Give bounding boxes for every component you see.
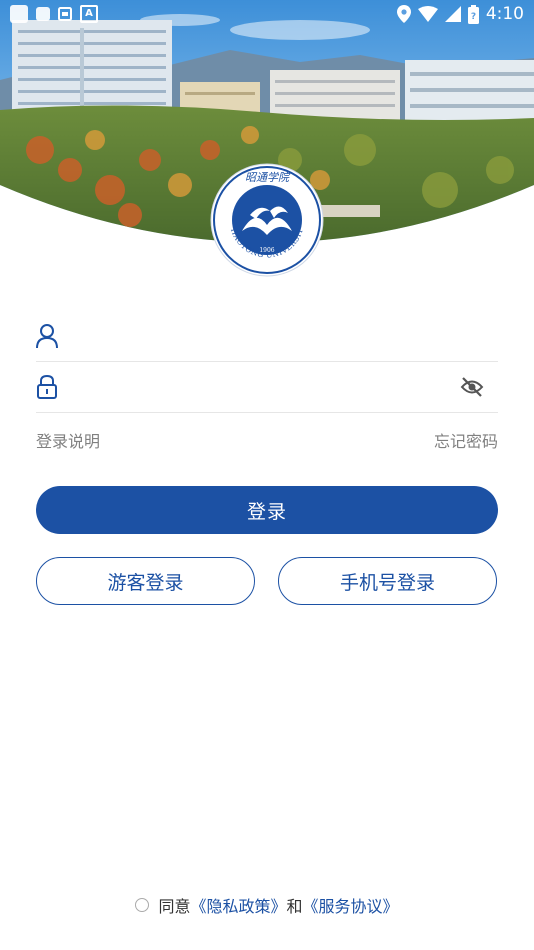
svg-text:?: ? xyxy=(471,12,476,22)
notification-box-icon xyxy=(36,7,50,21)
user-icon xyxy=(36,324,58,349)
status-left-icons: A xyxy=(10,5,98,23)
agree-radio[interactable] xyxy=(135,898,150,912)
battery-icon: ? xyxy=(467,4,479,24)
login-help-link[interactable]: 登录说明 xyxy=(36,428,100,452)
logo-year: 1906 xyxy=(259,247,274,254)
guest-login-button[interactable]: 游客登录 xyxy=(36,557,255,605)
password-row xyxy=(36,362,498,413)
location-icon xyxy=(396,5,411,23)
status-time: 4:10 xyxy=(485,4,524,24)
university-logo: 昭通学院 ZHAOTONG UNIVERSITY 1906 xyxy=(206,156,324,277)
username-row xyxy=(36,311,498,362)
service-agreement-link[interactable]: 《服务协议》 xyxy=(303,893,399,917)
agree-text: 同意 xyxy=(158,897,191,916)
form-links-row: 登录说明 忘记密码 xyxy=(36,426,498,452)
username-input[interactable] xyxy=(76,321,460,353)
signal-icon xyxy=(444,6,461,22)
privacy-policy-link[interactable]: 《隐私政策》 xyxy=(190,893,286,917)
lock-icon xyxy=(37,374,57,399)
and-text: 和 xyxy=(286,897,303,916)
status-right-icons: ? 4:10 xyxy=(396,4,524,24)
agreement-row: 同意 《隐私政策》 和 《服务协议》 xyxy=(0,892,534,918)
logo-calligraphy: 昭通学院 xyxy=(245,171,291,184)
a-icon: A xyxy=(80,5,98,23)
login-button[interactable]: 登录 xyxy=(36,486,498,534)
sim-card-icon xyxy=(58,7,72,21)
notification-box-icon xyxy=(10,5,28,23)
password-input[interactable] xyxy=(76,372,460,404)
phone-login-button[interactable]: 手机号登录 xyxy=(278,557,497,605)
login-screen: A ? 4:10 昭通学院 HAOTONG UNIVERSIT 1906 登录说… xyxy=(0,0,534,950)
wifi-icon xyxy=(417,6,438,22)
eye-off-icon[interactable] xyxy=(460,376,484,398)
status-bar: A ? 4:10 xyxy=(0,0,534,30)
forgot-password-link[interactable]: 忘记密码 xyxy=(434,428,498,452)
